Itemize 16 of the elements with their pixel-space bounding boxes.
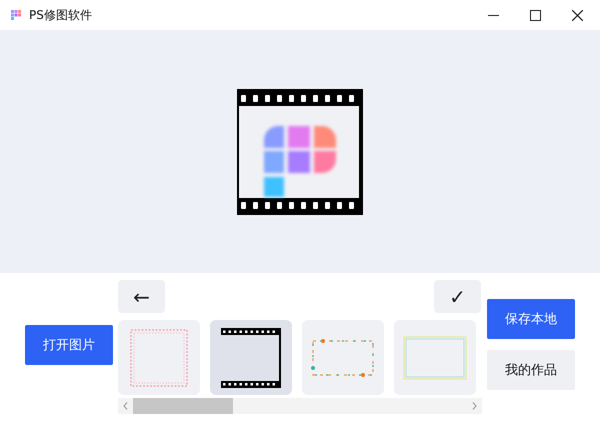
scrollbar[interactable] bbox=[118, 398, 482, 414]
scroll-left-icon[interactable] bbox=[123, 402, 128, 410]
scroll-right-icon[interactable] bbox=[472, 402, 477, 410]
back-button[interactable]: ← bbox=[118, 280, 165, 313]
window-title: PS修图软件 bbox=[29, 6, 92, 24]
frame-thumbnail[interactable] bbox=[394, 320, 476, 395]
frame-thumbnail[interactable] bbox=[118, 320, 200, 395]
open-image-button[interactable]: 打开图片 bbox=[25, 325, 113, 365]
app-logo-icon bbox=[11, 10, 21, 20]
confirm-button[interactable]: ✓ bbox=[434, 280, 481, 313]
my-works-button[interactable]: 我的作品 bbox=[487, 350, 575, 390]
close-icon[interactable] bbox=[572, 10, 583, 20]
save-local-button[interactable]: 保存本地 bbox=[487, 299, 575, 339]
frame-thumbnail[interactable] bbox=[302, 320, 384, 395]
frame-thumbnail[interactable] bbox=[210, 320, 292, 395]
maximize-icon[interactable] bbox=[530, 10, 541, 20]
